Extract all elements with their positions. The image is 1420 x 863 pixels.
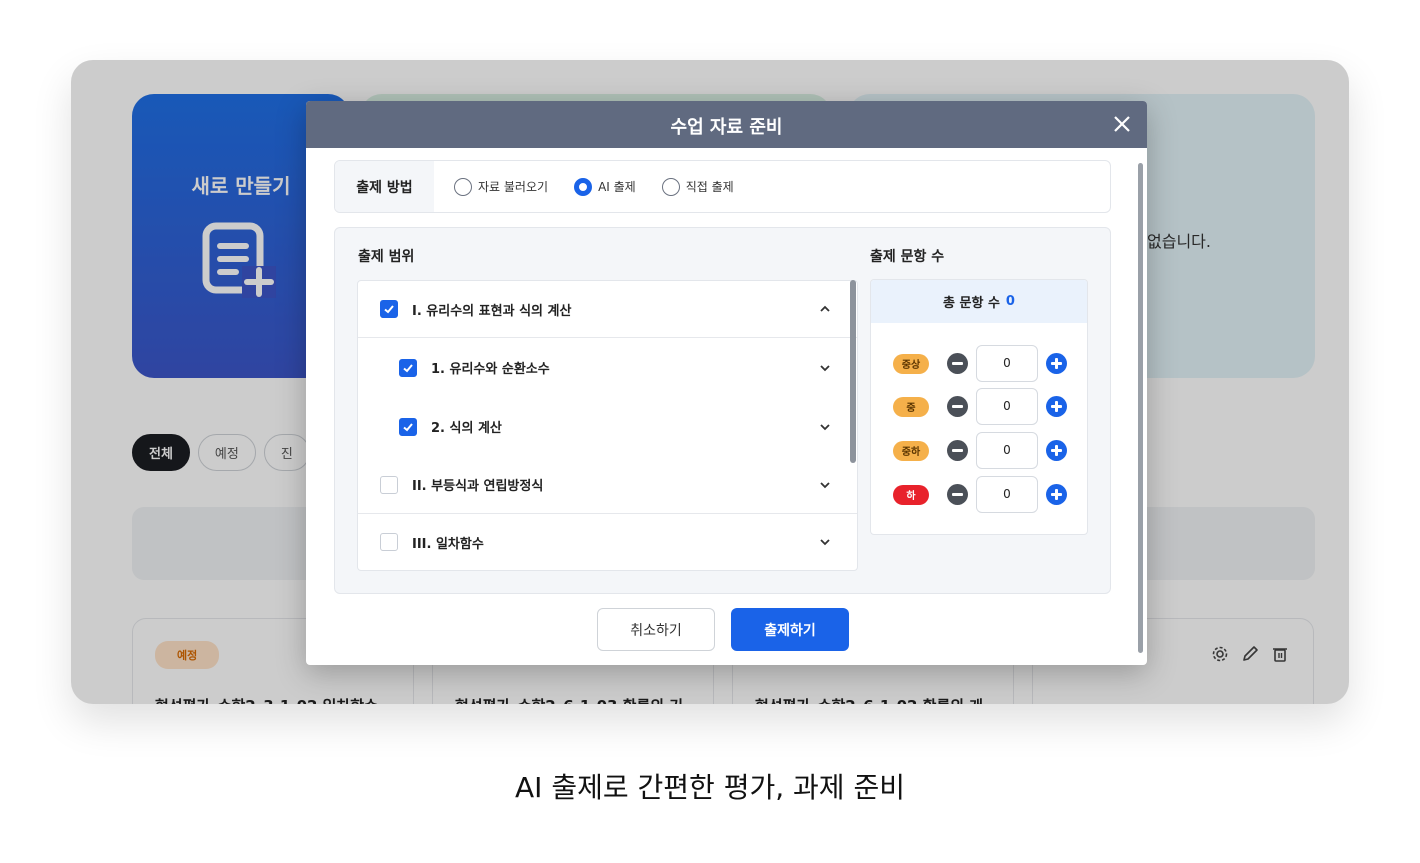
level-count-input[interactable]: 0: [976, 476, 1038, 513]
tree-item-label: 1. 유리수와 순환소수: [431, 362, 550, 377]
plus-icon[interactable]: [1046, 396, 1067, 417]
level-tag: 하: [893, 484, 929, 505]
cancel-button[interactable]: 취소하기: [597, 608, 715, 651]
submit-button[interactable]: 출제하기: [731, 608, 849, 651]
range-panel: 출제 범위 출제 문항 수 I. 유리수의 표현과 식의 계산 1. 유리수와 …: [334, 227, 1111, 594]
check-icon: [403, 422, 413, 431]
tree-item[interactable]: III. 일차함수: [358, 514, 857, 570]
range-tree: I. 유리수의 표현과 식의 계산 1. 유리수와 순환소수 2. 식의 계산: [357, 280, 858, 571]
radio-load-material[interactable]: 자료 불러오기: [454, 177, 549, 196]
tree-item[interactable]: 1. 유리수와 순환소수: [358, 338, 857, 397]
promo-caption: AI 출제로 간편한 평가, 과제 준비: [515, 771, 905, 804]
checkbox-unchecked[interactable]: [380, 475, 398, 494]
modal-header: 수업 자료 준비: [306, 101, 1147, 148]
tree-item-label: III. 일차함수: [412, 536, 484, 552]
minus-icon[interactable]: [947, 484, 968, 505]
level-tag: 중: [893, 396, 929, 417]
tree-item[interactable]: II. 부등식과 연립방정식: [358, 456, 857, 514]
plus-icon[interactable]: [1046, 484, 1067, 505]
range-title: 출제 범위: [358, 249, 415, 265]
close-icon[interactable]: [1111, 113, 1133, 135]
chevron-up-icon[interactable]: [819, 303, 831, 315]
checkbox-checked[interactable]: [380, 300, 398, 318]
level-count-input[interactable]: 0: [976, 432, 1038, 469]
chevron-down-icon[interactable]: [819, 362, 831, 374]
minus-icon[interactable]: [947, 440, 968, 461]
question-count-panel: 총 문항 수 0 중상 0 중 0 중하 0 하 0: [870, 279, 1088, 535]
plus-icon[interactable]: [1046, 440, 1067, 461]
level-row: 중 0: [893, 388, 1067, 425]
minus-icon[interactable]: [947, 353, 968, 374]
count-title: 출제 문항 수: [870, 249, 945, 265]
level-count-input[interactable]: 0: [976, 345, 1038, 382]
tree-item[interactable]: 2. 식의 계산: [358, 397, 857, 456]
plus-icon[interactable]: [1046, 353, 1067, 374]
level-row: 하 0: [893, 476, 1067, 513]
radio-label: AI 출제: [598, 180, 636, 194]
level-row: 중상 0: [893, 345, 1067, 382]
modal-title: 수업 자료 준비: [670, 117, 783, 138]
level-count-input[interactable]: 0: [976, 388, 1038, 425]
chevron-down-icon[interactable]: [819, 479, 831, 491]
tree-item-label: 2. 식의 계산: [431, 421, 502, 436]
radio-manual[interactable]: 직접 출제: [661, 177, 734, 196]
checkbox-checked[interactable]: [399, 417, 417, 436]
chevron-down-icon[interactable]: [819, 421, 831, 433]
tree-item[interactable]: I. 유리수의 표현과 식의 계산: [358, 281, 857, 338]
radio-circle: [454, 177, 472, 196]
tree-item-label: II. 부등식과 연립방정식: [412, 479, 544, 494]
level-row: 중하 0: [893, 432, 1067, 469]
radio-ai-generate[interactable]: AI 출제: [574, 177, 636, 196]
total-count-row: 총 문항 수 0: [871, 280, 1087, 323]
tree-item-label: I. 유리수의 표현과 식의 계산: [412, 303, 572, 319]
minus-icon[interactable]: [947, 396, 968, 417]
checkbox-unchecked[interactable]: [380, 533, 398, 551]
checkbox-checked[interactable]: [399, 358, 417, 377]
check-icon: [384, 305, 394, 314]
prepare-material-modal: 수업 자료 준비 출제 방법 자료 불러오기 AI 출제 직접 출제 출제 범위…: [306, 101, 1147, 665]
modal-scrollbar[interactable]: [1138, 163, 1143, 653]
level-tag: 중상: [893, 353, 929, 374]
method-row: 출제 방법 자료 불러오기 AI 출제 직접 출제: [334, 160, 1111, 213]
chevron-down-icon[interactable]: [819, 536, 831, 548]
method-label: 출제 방법: [335, 161, 434, 212]
radio-label: 자료 불러오기: [478, 180, 549, 194]
tree-scrollbar[interactable]: [850, 280, 856, 463]
total-count-value: 0: [1005, 294, 1015, 309]
total-count-label: 총 문항 수: [943, 296, 1000, 311]
level-tag: 중하: [893, 440, 929, 461]
method-options: 자료 불러오기 AI 출제 직접 출제: [434, 161, 734, 212]
app-screenshot: 새로 만들기 없습니다. 전체 예정 진 예정 형성평가_수학2_3-1-02 …: [71, 60, 1349, 704]
radio-label: 직접 출제: [685, 180, 734, 194]
radio-circle-selected: [574, 177, 593, 196]
radio-circle: [661, 177, 680, 196]
check-icon: [403, 363, 413, 372]
